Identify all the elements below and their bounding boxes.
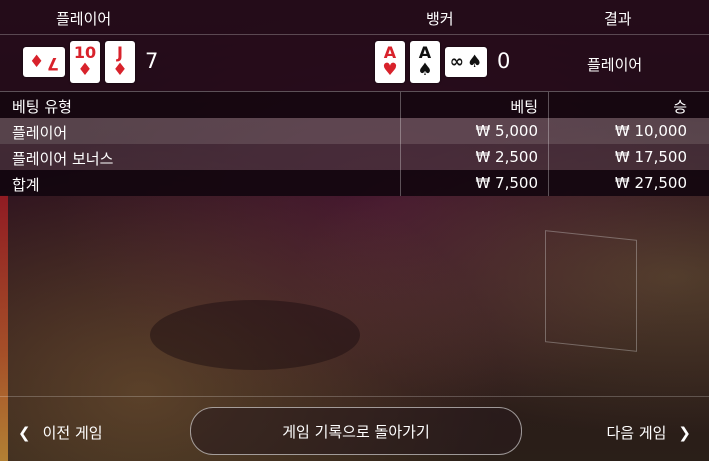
- col-win: 승: [673, 98, 687, 116]
- table-row-total: 합계 ₩ 7,500 ₩ 27,500: [0, 170, 709, 196]
- player-card-1: ♦ 7: [23, 47, 65, 77]
- banker-card-1: A ♥: [375, 41, 405, 83]
- card-rank: 7: [47, 52, 60, 73]
- card-suit: ♠: [466, 51, 483, 72]
- card-rank: 10: [73, 43, 97, 62]
- chevron-left-icon: ❮: [18, 423, 31, 442]
- player-card-2: 10 ♦: [70, 41, 100, 83]
- banker-header: 뱅커: [426, 10, 454, 28]
- banker-total: 0: [497, 49, 511, 73]
- previous-game-label: 이전 게임: [42, 424, 103, 442]
- bet-amount-cell: ₩ 5,000: [475, 122, 538, 140]
- card-suit: ♦: [28, 51, 45, 72]
- background-card-shoe: [545, 230, 637, 352]
- card-rank: ∞: [449, 51, 464, 72]
- total-bet-cell: ₩ 7,500: [475, 174, 538, 192]
- card-suit: ♥: [382, 60, 398, 80]
- player-card-3: J ♦: [105, 41, 135, 83]
- bet-amount-cell: ₩ 2,500: [475, 148, 538, 166]
- card-rank: A: [418, 43, 432, 62]
- table-row: 플레이어 보너스 ₩ 2,500 ₩ 17,500: [0, 144, 709, 170]
- banker-card-2: A ♠: [410, 41, 440, 83]
- result-value: 플레이어: [587, 56, 643, 74]
- background-card-bowl: [150, 300, 360, 370]
- next-game-button[interactable]: 다음 게임 ❯: [606, 422, 691, 443]
- result-header-label: 결과: [604, 10, 632, 28]
- back-to-history-label: 게임 기록으로 돌아가기: [282, 422, 430, 441]
- win-amount-cell: ₩ 17,500: [614, 148, 687, 166]
- card-suit: ♦: [77, 60, 93, 80]
- bet-table-header: 베팅 유형 베팅 승: [0, 91, 709, 118]
- card-suit: ♠: [417, 60, 433, 80]
- bottom-divider: [0, 396, 709, 397]
- col-bet-type: 베팅 유형: [12, 98, 72, 116]
- total-win-cell: ₩ 27,500: [614, 174, 687, 192]
- chevron-right-icon: ❯: [678, 423, 691, 442]
- bet-table: 베팅 유형 베팅 승 플레이어 ₩ 5,000 ₩ 10,000 플레이어 보너…: [0, 91, 709, 196]
- total-label-cell: 합계: [12, 176, 40, 194]
- col-bet: 베팅: [510, 98, 538, 116]
- background-red-stripe: [0, 195, 8, 461]
- win-amount-cell: ₩ 10,000: [614, 122, 687, 140]
- player-header: 플레이어: [56, 10, 112, 28]
- card-rank: J: [117, 43, 123, 62]
- hands-row: ♦ 7 10 ♦ J ♦ 7 A ♥ A ♠ ∞ ♠ 0 플레이어: [0, 35, 709, 91]
- table-row: 플레이어 ₩ 5,000 ₩ 10,000: [0, 118, 709, 144]
- result-header: 플레이어 뱅커 결과: [0, 0, 709, 35]
- table-divider: [548, 92, 549, 196]
- next-game-label: 다음 게임: [606, 424, 667, 442]
- back-to-history-button[interactable]: 게임 기록으로 돌아가기: [190, 407, 522, 455]
- previous-game-button[interactable]: ❮ 이전 게임: [18, 422, 103, 443]
- card-suit: ♦: [112, 60, 128, 80]
- card-rank: A: [383, 43, 397, 62]
- player-total: 7: [145, 49, 159, 73]
- bet-type-cell: 플레이어: [12, 124, 68, 142]
- bet-type-cell: 플레이어 보너스: [12, 150, 114, 168]
- banker-card-3: ∞ ♠: [445, 47, 487, 77]
- table-divider: [400, 92, 401, 196]
